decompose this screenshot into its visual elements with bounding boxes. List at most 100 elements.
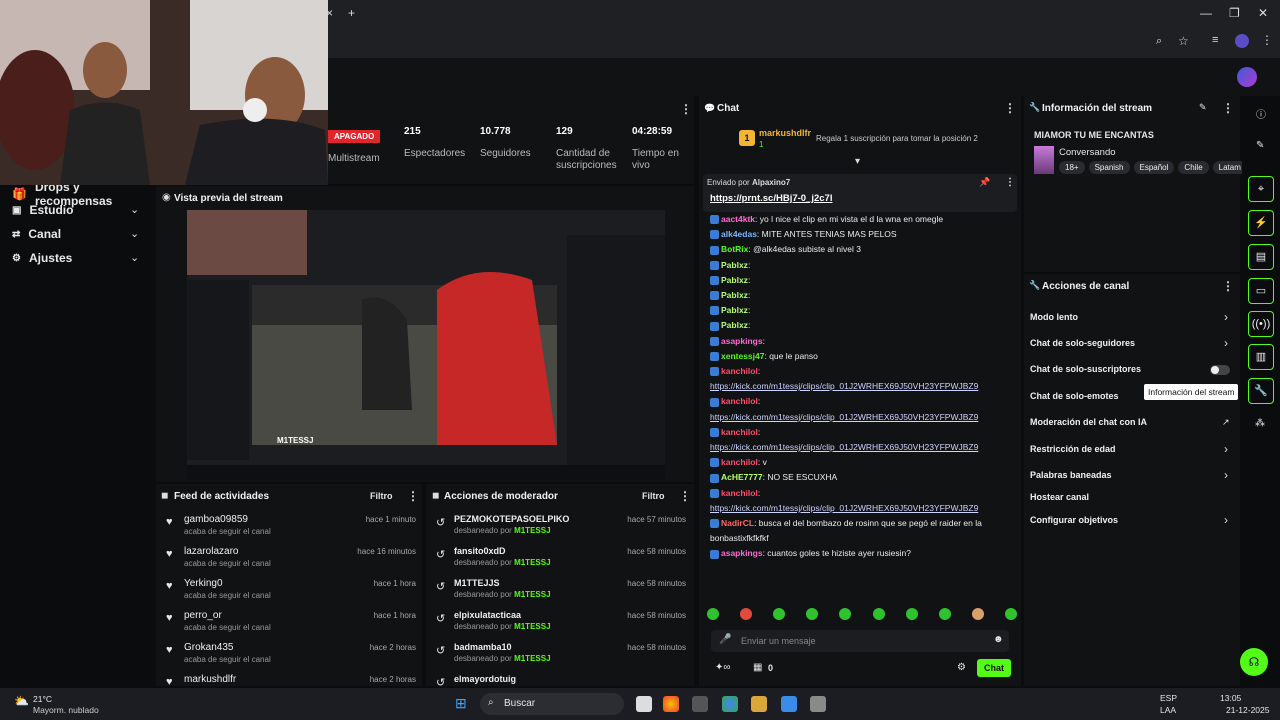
apps-icon[interactable]: ⁂ (1255, 418, 1265, 429)
chat-link[interactable]: https://kick.com/m1tessj/clips/clip_01J2… (710, 412, 978, 422)
chevron-right-icon[interactable]: › (1224, 310, 1228, 324)
profile-avatar[interactable] (1235, 34, 1249, 48)
chat-username[interactable]: AcHE7777 (721, 472, 763, 482)
channel-action-item[interactable]: Configurar objetivos (1030, 515, 1118, 525)
chat-username[interactable]: Pablxz (721, 320, 748, 330)
chat-username[interactable]: asapkings (721, 548, 763, 558)
pinned-link[interactable]: https://prnt.sc/HBj7-0_j2c7l (710, 193, 832, 204)
feed-user[interactable]: gamboa09859 (184, 514, 248, 525)
info-menu-icon[interactable]: ⋮ (1222, 101, 1234, 115)
zoom-icon[interactable]: ⌕ (1156, 35, 1162, 48)
support-headset-icon[interactable]: ☊ (1240, 648, 1268, 676)
mod-item[interactable]: ↺ fansito0xdD desbaneado por M1TESSJ hace 5… (434, 546, 686, 578)
mod-by[interactable]: M1TESSJ (514, 590, 550, 599)
chat-username[interactable]: asapkings (721, 336, 763, 346)
stream-tag[interactable]: Chile (1178, 161, 1209, 174)
feed-filter-button[interactable]: Filtro (370, 491, 393, 501)
chat-username[interactable]: kanchilol (721, 488, 758, 498)
chat-username[interactable]: Pablxz (721, 305, 748, 315)
chevron-right-icon[interactable]: › (1224, 513, 1228, 527)
actions-menu-icon[interactable]: ⋮ (1222, 279, 1234, 293)
channel-action-item[interactable]: Restricción de edad (1030, 444, 1116, 454)
user-avatar[interactable] (1237, 67, 1257, 87)
channel-action-item[interactable]: Hostear canal (1030, 492, 1089, 502)
minimize-icon[interactable]: — (1200, 6, 1212, 20)
info-icon[interactable]: ⓘ (1256, 106, 1266, 121)
chat-username[interactable]: Pablxz (721, 290, 748, 300)
stream-tag[interactable]: Spanish (1088, 161, 1130, 174)
pinned-menu-icon[interactable]: ⋮ (1005, 177, 1015, 188)
document-icon[interactable]: ▤ (1248, 244, 1274, 270)
stats-menu-icon[interactable]: ⋮ (680, 102, 692, 116)
mod-target[interactable]: elmayordotuig (454, 674, 516, 684)
chat-username[interactable]: Pablxz (721, 260, 748, 270)
pencil-icon[interactable]: ✎ (1256, 140, 1264, 151)
emote-icon[interactable] (971, 608, 984, 620)
mod-target[interactable]: badmamba10 (454, 642, 512, 652)
feed-item[interactable]: ♥ perro_or acaba de seguir el canal hace 1 … (164, 610, 416, 640)
chrome-active-icon[interactable] (722, 696, 738, 712)
feed-user[interactable]: markushdlfr (184, 674, 236, 685)
mod-menu-icon[interactable]: ⋮ (679, 489, 691, 503)
store-icon[interactable]: ▦ (753, 662, 762, 673)
chevron-down-icon[interactable]: ⌄ (130, 203, 139, 216)
browser-menu-icon[interactable]: ⋮ (1261, 33, 1273, 47)
windows-start-icon[interactable]: ⊞ (455, 695, 467, 712)
feed-item[interactable]: ♥ lazarolazaro acaba de seguir el canal hac… (164, 546, 416, 576)
emoji-icon[interactable]: ☻ (993, 634, 1004, 645)
new-tab-button[interactable]: + (348, 6, 355, 20)
mod-item[interactable]: ↺ M1TTEJJS desbaneado por M1TESSJ hace 58 m… (434, 578, 686, 610)
chat-username[interactable]: alk4edas (721, 229, 757, 239)
chat-link[interactable]: https://kick.com/m1tessj/clips/clip_01J2… (710, 503, 978, 513)
collapse-icon[interactable]: ▾ (855, 156, 860, 167)
broadcast-icon[interactable]: ((•)) (1248, 311, 1274, 337)
settings-icon[interactable] (810, 696, 826, 712)
chat-username[interactable]: kanchilol (721, 427, 758, 437)
chat-link[interactable]: https://kick.com/m1tessj/clips/clip_01J2… (710, 442, 978, 452)
chevron-down-icon[interactable]: ⌄ (130, 251, 139, 264)
mod-filter-button[interactable]: Filtro (642, 491, 665, 501)
chrome-icon[interactable] (663, 696, 679, 712)
clock-time[interactable]: 13:05 (1220, 693, 1241, 703)
emote-icon[interactable] (773, 608, 786, 620)
emote-icon[interactable] (806, 608, 819, 620)
chat-input[interactable]: 🎤 Enviar un mensaje ☻ (711, 630, 1009, 652)
edit-pencil-icon[interactable]: ✎ (1199, 102, 1207, 113)
lightning-icon[interactable]: ⚡ (1248, 210, 1274, 236)
mod-by[interactable]: M1TESSJ (514, 558, 550, 567)
emote-icon[interactable] (740, 608, 753, 620)
app-icon[interactable] (692, 696, 708, 712)
mod-by[interactable]: M1TESSJ (514, 622, 550, 631)
feed-user[interactable]: lazarolazaro (184, 546, 238, 557)
bookmark-star-icon[interactable]: ☆ (1178, 34, 1189, 48)
mod-item[interactable]: ↺ elpixulatacticaa desbaneado por M1TESSJ h… (434, 610, 686, 642)
channel-action-item[interactable]: Moderación del chat con IA (1030, 417, 1147, 427)
feed-user[interactable]: perro_or (184, 610, 222, 621)
chevron-right-icon[interactable]: › (1224, 442, 1228, 456)
chat-username[interactable]: aact4ktk (721, 214, 755, 224)
channel-action-item[interactable]: Chat de solo-suscriptores (1030, 364, 1141, 374)
nav-estudio[interactable]: ▣ Estudio (12, 203, 73, 217)
channel-action-item[interactable]: Modo lento (1030, 312, 1078, 322)
feed-item[interactable]: ♥ Yerking0 acaba de seguir el canal hace 1 … (164, 578, 416, 608)
chat-link[interactable]: https://kick.com/m1tessj/clips/clip_01J2… (710, 381, 978, 391)
pin-icon[interactable]: 📌 (979, 177, 990, 188)
feed-user[interactable]: Yerking0 (184, 578, 223, 589)
stream-tag[interactable]: Español (1133, 161, 1175, 174)
emote-icon[interactable] (872, 608, 885, 620)
chat-username[interactable]: Pablxz (721, 275, 748, 285)
feed-user[interactable]: Grokan435 (184, 642, 233, 653)
chat-settings-gear-icon[interactable]: ⚙ (957, 662, 966, 673)
layout-icon[interactable]: ▥ (1248, 344, 1274, 370)
wrench-icon[interactable]: 🔧 (1248, 378, 1274, 404)
chevron-right-icon[interactable]: › (1224, 336, 1228, 350)
mod-target[interactable]: PEZMOKOTEPASOELPIKO (454, 514, 569, 524)
category-name[interactable]: Conversando (1059, 147, 1116, 158)
mod-target[interactable]: M1TTEJJS (454, 578, 500, 588)
chat-username[interactable]: BotRix (721, 244, 748, 254)
media-icon[interactable]: ≡ (1212, 34, 1218, 46)
language[interactable]: ESP (1160, 693, 1177, 703)
mod-by[interactable]: M1TESSJ (514, 526, 550, 535)
target-icon[interactable]: ⌖ (1248, 176, 1274, 202)
chat-menu-icon[interactable]: ⋮ (1004, 101, 1016, 115)
